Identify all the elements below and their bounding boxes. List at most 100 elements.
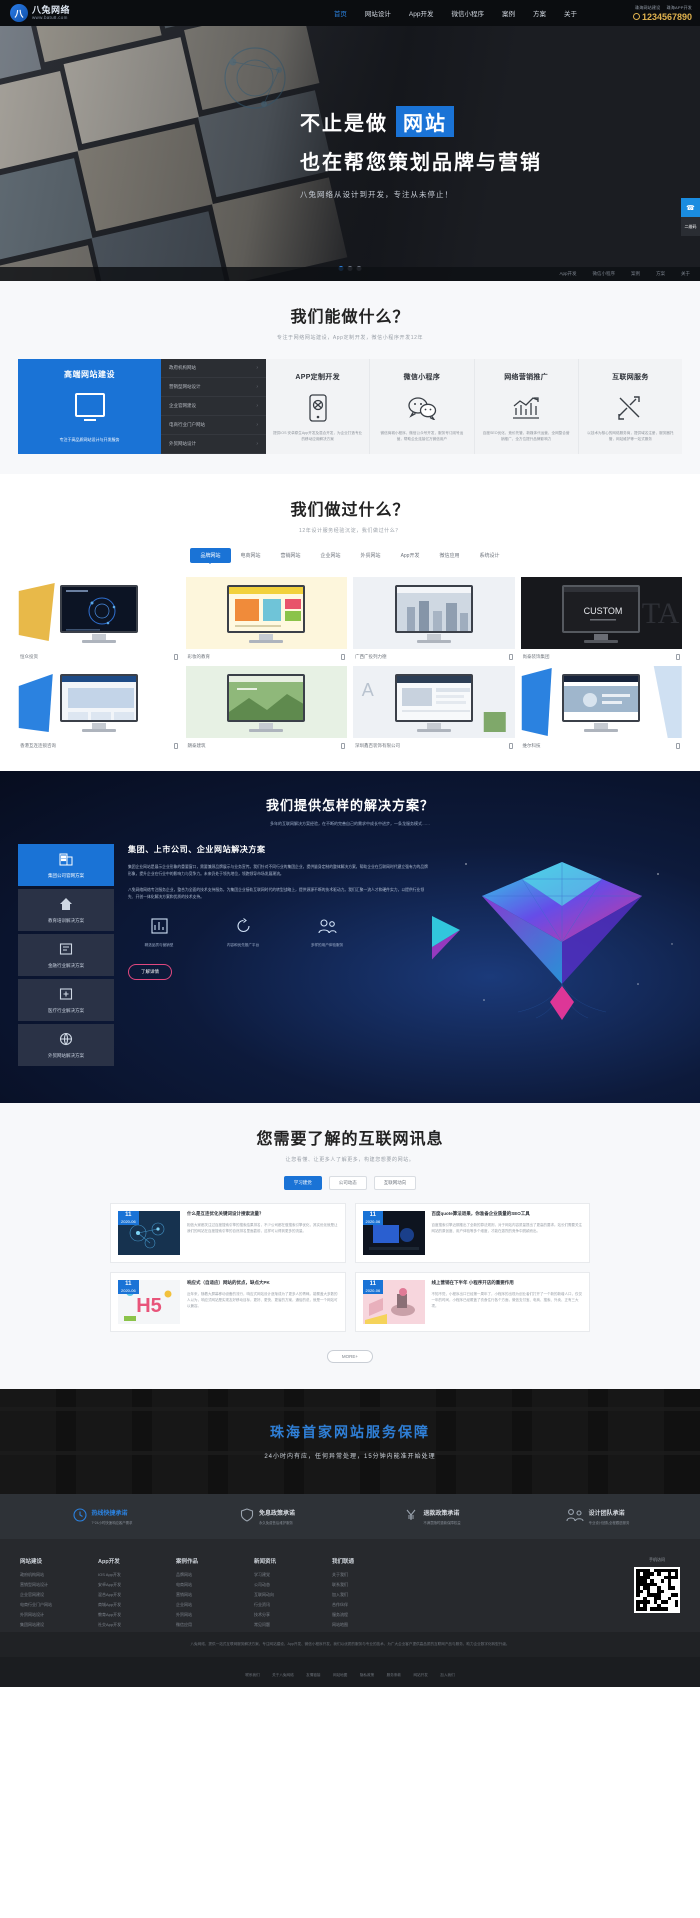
footer-bottom-link[interactable]: 网站开发 [413,1673,427,1677]
news-tab-learning[interactable]: 学习建党 [283,1175,322,1190]
footer-link[interactable]: 常见问题 [254,1622,332,1628]
tab-foreign-trade-sites[interactable]: 外贸网站 [351,548,391,563]
solution-menu-education[interactable]: 教育培训解决方案 [18,888,114,931]
qrcode-side-button[interactable]: 二维码 [681,217,700,236]
footer-link[interactable]: 外贸网站设计 [20,1612,98,1618]
solutions-learn-more-button[interactable]: 了解详情 [128,963,172,980]
case-item[interactable]: 广西广投列力德 [353,577,515,660]
news-more-button[interactable]: MORE+ [327,1349,373,1363]
case-item[interactable]: 香港互连连锁咨询 [18,666,180,749]
service-card-internet[interactable]: 互联网服务 以技术为核心的网络服务商，提供域名注册，服务器托管，网站维护等一站式… [578,359,682,454]
news-tab-internet[interactable]: 互联网动向 [373,1175,417,1190]
footer-link[interactable]: 电商行业门户网站 [20,1602,98,1608]
footer-link[interactable]: 互联网动向 [254,1592,332,1598]
tab-system-design[interactable]: 系统设计 [469,548,509,563]
service-list-item[interactable]: 企业官网建设 › [161,397,266,416]
tab-corporate-sites[interactable]: 企业网站 [311,548,351,563]
footer-bottom-link[interactable]: 联系我们 [245,1673,259,1677]
footer-column-title: App开发 [98,1558,120,1565]
nav-item-app-dev[interactable]: App开发 [400,3,443,23]
case-item[interactable]: 彩妆的教育 [185,577,347,660]
footer-link[interactable]: 服务流程 [332,1612,410,1618]
footer-link[interactable]: 企业官网建设 [20,1592,98,1598]
footer-link[interactable]: 微信应用 [176,1622,254,1628]
news-card[interactable]: 11 2020-06 百度quote算法退果，你准备企业质量的SEO工具 百度搜… [354,1202,590,1263]
service-card-wechat[interactable]: 微信小程序 微信商城小程序，微信公众号开发，服务号订阅号运营，帮助企业连接亿万微… [370,359,475,454]
footer-link[interactable]: 技术分享 [254,1612,332,1618]
strip-item-1[interactable]: App开发 [559,271,576,277]
news-card[interactable]: 11 2020-06 线上营销在下半年 小程序开店的重要作用 不知不觉，小程序出… [354,1271,590,1332]
footer-link[interactable]: 企业网站 [176,1602,254,1608]
service-list-item[interactable]: 营销型网站设计 › [161,378,266,397]
nav-item-wechat-mini[interactable]: 微信小程序 [443,3,494,23]
nav-item-cases[interactable]: 案例 [493,3,524,23]
footer-link[interactable]: 电商网站 [176,1582,254,1588]
service-list-item[interactable]: 电商行业门户网站 › [161,416,266,435]
services-subtitle: 专注于网络网站建设，App定制开发，微信小程序开发12年 [276,335,424,341]
footer-link[interactable]: 安卓App开发 [98,1582,176,1588]
footer-link[interactable]: 联系我们 [332,1582,410,1588]
footer-link[interactable]: 行业资讯 [254,1602,332,1608]
footer-bottom-link[interactable]: 隐私政策 [360,1673,374,1677]
news-card[interactable]: 11 2020-06 什么是互连优化关键词设计搜索流量？ 相信大家都关注过百度搜… [110,1202,346,1263]
portfolio-tabs: 品牌网站 电商网站 营销网站 企业网站 外贸网站 App开发 微信应用 系统设计 [0,548,700,564]
footer-link[interactable]: 关于我们 [332,1572,410,1578]
strip-item-2[interactable]: 微信小程序 [593,271,616,277]
header-mini-left[interactable]: 珠海网站建设 [635,5,660,10]
footer-link[interactable]: 社交App开发 [98,1622,176,1628]
tab-brand-sites[interactable]: 品牌网站 [190,548,231,564]
case-item[interactable]: 朗泰建筑 [185,666,347,749]
service-feature-card[interactable]: 高端网站建设 专注于高品质网站设计与开发服务 [18,359,161,454]
footer-link[interactable]: 营销网站 [176,1592,254,1598]
strip-item-4[interactable]: 方案 [656,271,665,277]
solution-menu-group[interactable]: 集团公司官网方案 [18,843,114,886]
case-item[interactable]: 恒众投资 [18,577,180,660]
footer-link[interactable]: 营销型网站设计 [20,1582,98,1588]
service-list-item[interactable]: 政府机构网站 › [161,359,266,378]
strip-item-3[interactable]: 案例 [631,271,640,277]
service-list-item[interactable]: 外贸网站设计 › [161,435,266,454]
footer-link[interactable]: 网站地图 [332,1622,410,1628]
tab-app-dev[interactable]: App开发 [391,548,430,563]
footer-bottom-link[interactable]: 关于八兔网络 [272,1673,294,1677]
case-item[interactable]: TA CUSTOM 尚泰装饰集团 [520,577,682,660]
solution-menu-trade[interactable]: 外贸网站解决方案 [18,1023,114,1066]
solution-menu-medical[interactable]: 医疗行业解决方案 [18,978,114,1021]
tab-marketing-sites[interactable]: 营销网站 [271,548,311,563]
nav-item-about[interactable]: 关于 [555,3,586,23]
header-phone[interactable]: 1234567890 [590,12,692,22]
strip-item-5[interactable]: 关于 [681,271,690,277]
footer-link[interactable]: 教育App开发 [98,1612,176,1618]
service-card-marketing[interactable]: 网络营销推广 百度SEO优化，竞价托管，新媒体代运营，全网整合营销推广，全方位提… [474,359,579,454]
footer-link[interactable]: 加入我们 [332,1592,410,1598]
footer-link[interactable]: 外贸网站 [176,1612,254,1618]
site-logo[interactable]: 八 八兔网络 www.batu8.com [0,4,150,22]
footer-bottom-link[interactable]: 友情链接 [306,1673,320,1677]
tab-ecommerce-sites[interactable]: 电商网站 [231,548,271,563]
nav-item-web-design[interactable]: 网站设计 [356,3,400,23]
tab-wechat-apps[interactable]: 微信应用 [429,548,469,563]
nav-item-home[interactable]: 首页 [325,3,356,23]
footer-link[interactable]: IOS App开发 [98,1572,176,1578]
service-card-app[interactable]: APP定制开发 提供IOS 安卓原生App开发及混合开发，为企业打造专业的移动应… [266,359,371,454]
footer-link[interactable]: 混合App开发 [98,1592,176,1598]
footer-bottom-link[interactable]: 网站地图 [333,1673,347,1677]
footer-link[interactable]: 公司动态 [254,1582,332,1588]
floating-side-buttons[interactable]: ☎ 二维码 [681,198,700,236]
footer-link[interactable]: 政府机构网站 [20,1572,98,1578]
news-tab-company[interactable]: 公司动态 [328,1175,367,1190]
customer-service-icon[interactable]: ☎ [681,198,700,217]
case-item[interactable]: A 深圳鑫百装饰有限公司 [353,666,515,749]
case-item[interactable]: 维尔科技 [520,666,682,749]
footer-link[interactable]: 集团网站建设 [20,1622,98,1628]
footer-bottom-link[interactable]: 加入我们 [440,1673,454,1677]
footer-link[interactable]: 合作伙伴 [332,1602,410,1608]
footer-link[interactable]: 品牌网站 [176,1572,254,1578]
header-mini-right[interactable]: 珠海APP开发 [667,5,692,10]
footer-link[interactable]: 商城App开发 [98,1602,176,1608]
solution-menu-finance[interactable]: 金融行业解决方案 [18,933,114,976]
footer-link[interactable]: 学习建党 [254,1572,332,1578]
footer-bottom-link[interactable]: 服务条款 [387,1673,401,1677]
nav-item-solutions[interactable]: 方案 [524,3,555,23]
news-card[interactable]: H5 11 2020-06 响应式（自适应）网站的优点，缺点大PK 近年来，随着… [110,1271,346,1332]
